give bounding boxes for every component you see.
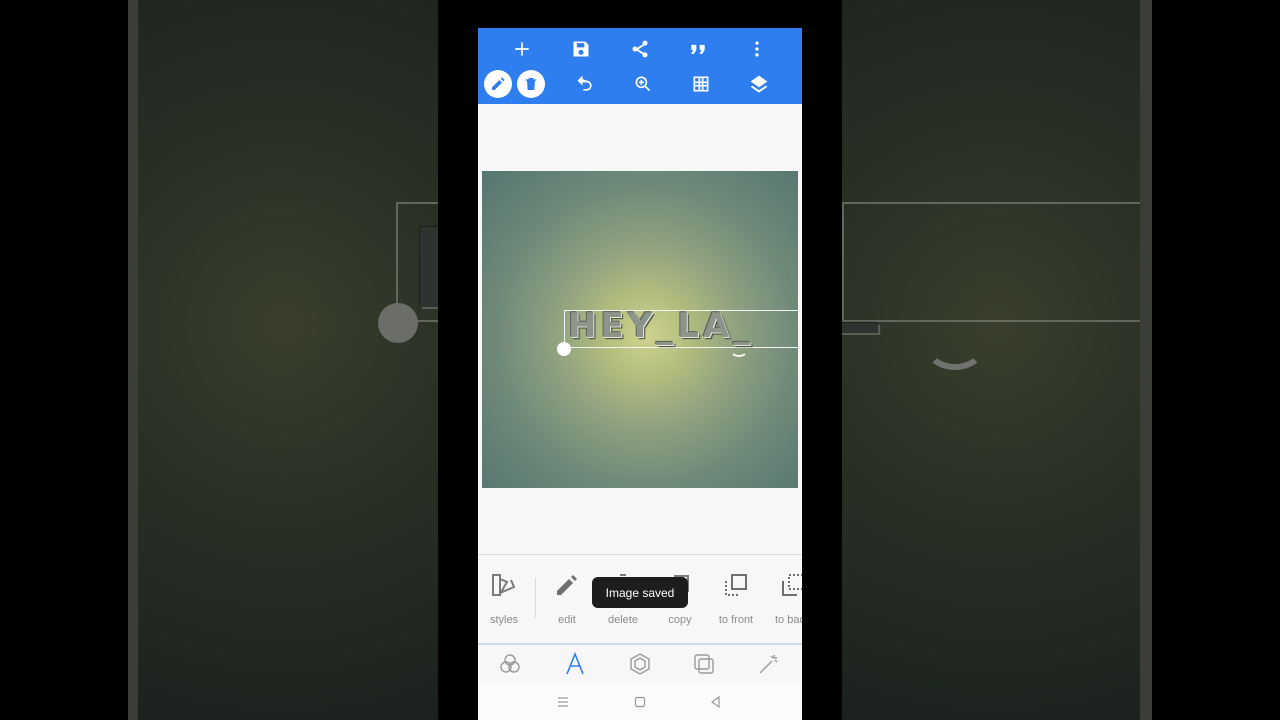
image-canvas[interactable]: HEY_LA_ (482, 171, 798, 488)
background-edge-right (1140, 0, 1152, 720)
video-frame: HEY_LA_ HEY_LA_ (0, 0, 1280, 720)
image-saved-toast: Image saved (592, 577, 688, 608)
tool-to-back[interactable]: to bac (765, 568, 802, 626)
background-smile (925, 325, 985, 370)
tool-label: delete (608, 614, 638, 626)
resize-handle[interactable] (557, 342, 571, 356)
tool-edit[interactable]: edit (539, 568, 595, 626)
layers-icon[interactable] (745, 70, 773, 98)
background-text-right: HEY_LA_ (842, 205, 892, 333)
undo-icon[interactable] (571, 70, 599, 98)
trash-button[interactable] (517, 70, 545, 98)
background-handle (378, 303, 418, 343)
tool-label: styles (489, 614, 519, 626)
rotate-handle[interactable] (730, 343, 748, 357)
layer-square-icon[interactable] (688, 649, 720, 679)
quote-icon[interactable] (684, 35, 712, 63)
tool-separator (535, 578, 536, 618)
magic-wand-icon[interactable] (753, 649, 785, 679)
styles-icon (478, 568, 532, 602)
panel-divider (478, 554, 802, 555)
to-front-icon (708, 568, 764, 602)
background-edge-left (128, 0, 138, 720)
back-icon[interactable] (705, 691, 727, 713)
text-icon[interactable] (559, 649, 591, 679)
tool-label: copy (668, 614, 692, 626)
phone-screen: HEY_LA_ styles edit delete copy to front… (478, 28, 802, 720)
pencil-icon (492, 77, 505, 90)
tool-to-front[interactable]: to front (708, 568, 764, 626)
edit-icon (539, 568, 595, 602)
canvas-text[interactable]: HEY_LA_ (568, 306, 754, 346)
save-icon[interactable] (567, 35, 595, 63)
zoom-icon[interactable] (629, 70, 657, 98)
system-nav-bar (478, 683, 802, 720)
menu-icon[interactable] (552, 691, 574, 713)
trash-icon (525, 78, 537, 90)
grid-icon[interactable] (687, 70, 715, 98)
tool-label: to front (718, 614, 754, 626)
shape-icon[interactable] (624, 649, 656, 679)
more-vert-icon[interactable] (743, 35, 771, 63)
add-icon[interactable] (508, 35, 536, 63)
tool-styles[interactable]: styles (478, 568, 532, 626)
blurred-background-right: HEY_LA_ (842, 0, 1152, 720)
tool-label: edit (558, 614, 576, 626)
to-back-icon (765, 568, 802, 602)
home-icon[interactable] (629, 691, 651, 713)
blurred-background-left: HEY_LA_ (128, 0, 438, 720)
share-icon[interactable] (626, 35, 654, 63)
bottom-tab-bar (478, 645, 802, 683)
tool-label: to bac (775, 614, 802, 626)
pencil-button[interactable] (484, 70, 512, 98)
color-circles-icon[interactable] (494, 649, 526, 679)
top-toolbar (478, 28, 802, 104)
